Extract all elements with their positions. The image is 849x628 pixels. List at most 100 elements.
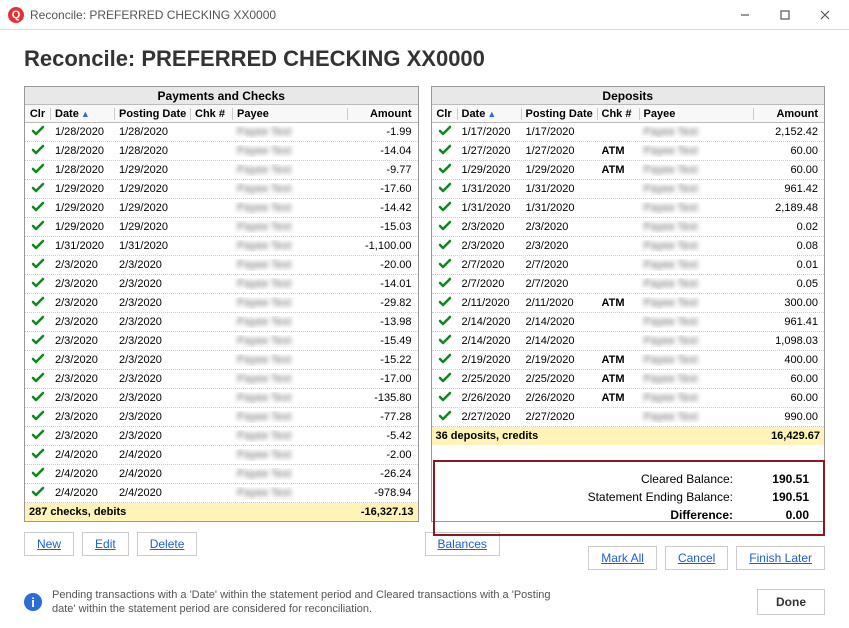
table-row[interactable]: 1/31/20201/31/2020Payee Text-1,100.00 — [25, 237, 418, 256]
table-row[interactable]: 2/25/20202/25/2020ATMPayee Text60.00 — [432, 370, 825, 389]
check-icon — [31, 334, 45, 346]
titlebar: Q Reconcile: PREFERRED CHECKING XX0000 — [0, 0, 849, 30]
table-row[interactable]: 2/3/20202/3/2020Payee Text-77.28 — [25, 408, 418, 427]
difference-value: 0.00 — [749, 506, 809, 524]
cleared-balance-value: 190.51 — [749, 470, 809, 488]
table-row[interactable]: 1/28/20201/29/2020Payee Text-9.77 — [25, 161, 418, 180]
edit-button[interactable]: Edit — [82, 532, 129, 556]
col-amount[interactable]: Amount — [754, 108, 824, 120]
col-date[interactable]: Date▲ — [458, 108, 522, 120]
table-row[interactable]: 1/29/20201/29/2020Payee Text-14.42 — [25, 199, 418, 218]
table-row[interactable]: 1/31/20201/31/2020Payee Text2,189.48 — [432, 199, 825, 218]
payments-panel: Payments and Checks Clr Date▲ Posting Da… — [24, 86, 419, 522]
check-icon — [438, 220, 452, 232]
table-row[interactable]: 2/3/20202/3/2020Payee Text0.08 — [432, 237, 825, 256]
table-row[interactable]: 2/3/20202/3/2020Payee Text-15.49 — [25, 332, 418, 351]
finish-later-button[interactable]: Finish Later — [736, 546, 825, 570]
table-row[interactable]: 1/17/20201/17/2020Payee Text2,152.42 — [432, 123, 825, 142]
table-row[interactable]: 2/7/20202/7/2020Payee Text0.05 — [432, 275, 825, 294]
table-row[interactable]: 2/11/20202/11/2020ATMPayee Text300.00 — [432, 294, 825, 313]
col-payee[interactable]: Payee — [233, 108, 348, 120]
table-row[interactable]: 2/7/20202/7/2020Payee Text0.01 — [432, 256, 825, 275]
col-payee[interactable]: Payee — [640, 108, 755, 120]
deposits-panel: Deposits Clr Date▲ Posting Date Chk # Pa… — [431, 86, 826, 522]
table-row[interactable]: 2/3/20202/3/2020Payee Text-14.01 — [25, 275, 418, 294]
col-chk[interactable]: Chk # — [191, 108, 233, 120]
payments-grid[interactable]: 1/28/20201/28/2020Payee Text-1.991/28/20… — [25, 123, 418, 503]
table-row[interactable]: 2/19/20202/19/2020ATMPayee Text400.00 — [432, 351, 825, 370]
table-row[interactable]: 1/31/20201/31/2020Payee Text961.42 — [432, 180, 825, 199]
delete-button[interactable]: Delete — [137, 532, 198, 556]
done-button[interactable]: Done — [757, 589, 825, 615]
table-row[interactable]: 2/26/20202/26/2020ATMPayee Text60.00 — [432, 389, 825, 408]
payments-footer-label: 287 checks, debits — [29, 506, 126, 518]
maximize-button[interactable] — [765, 1, 805, 29]
deposits-footer: 36 deposits, credits 16,429.67 — [432, 427, 825, 445]
col-posting-date[interactable]: Posting Date — [522, 108, 598, 120]
check-icon — [31, 125, 45, 137]
check-icon — [31, 448, 45, 460]
table-row[interactable]: 2/14/20202/14/2020Payee Text1,098.03 — [432, 332, 825, 351]
check-icon — [438, 144, 452, 156]
check-icon — [438, 239, 452, 251]
col-posting-date[interactable]: Posting Date — [115, 108, 191, 120]
minimize-button[interactable] — [725, 1, 765, 29]
check-icon — [31, 315, 45, 327]
table-row[interactable]: 2/14/20202/14/2020Payee Text961.41 — [432, 313, 825, 332]
deposits-footer-label: 36 deposits, credits — [436, 430, 539, 442]
check-icon — [31, 163, 45, 175]
check-icon — [31, 410, 45, 422]
table-row[interactable]: 1/29/20201/29/2020Payee Text-17.60 — [25, 180, 418, 199]
new-button[interactable]: New — [24, 532, 74, 556]
payments-header: Clr Date▲ Posting Date Chk # Payee Amoun… — [25, 105, 418, 123]
info-footer: i Pending transactions with a 'Date' wit… — [24, 588, 825, 616]
payments-footer: 287 checks, debits -16,327.13 — [25, 503, 418, 521]
table-row[interactable]: 2/3/20202/3/2020Payee Text-17.00 — [25, 370, 418, 389]
table-row[interactable]: 1/27/20201/27/2020ATMPayee Text60.00 — [432, 142, 825, 161]
table-row[interactable]: 2/4/20202/4/2020Payee Text-2.00 — [25, 446, 418, 465]
payments-footer-amount: -16,327.13 — [361, 506, 414, 518]
check-icon — [31, 239, 45, 251]
table-row[interactable]: 2/3/20202/3/2020Payee Text-20.00 — [25, 256, 418, 275]
window-title: Reconcile: PREFERRED CHECKING XX0000 — [30, 8, 725, 22]
table-row[interactable]: 1/29/20201/29/2020ATMPayee Text60.00 — [432, 161, 825, 180]
check-icon — [31, 220, 45, 232]
deposits-title: Deposits — [432, 87, 825, 105]
check-icon — [438, 410, 452, 422]
close-button[interactable] — [805, 1, 845, 29]
check-icon — [438, 125, 452, 137]
col-date[interactable]: Date▲ — [51, 108, 115, 120]
table-row[interactable]: 2/4/20202/4/2020Payee Text-978.94 — [25, 484, 418, 503]
table-row[interactable]: 2/3/20202/3/2020Payee Text-15.22 — [25, 351, 418, 370]
col-amount[interactable]: Amount — [348, 108, 418, 120]
deposits-grid[interactable]: 1/17/20201/17/2020Payee Text2,152.421/27… — [432, 123, 825, 427]
check-icon — [438, 258, 452, 270]
info-text: Pending transactions with a 'Date' withi… — [52, 588, 572, 616]
check-icon — [31, 467, 45, 479]
mark-all-button[interactable]: Mark All — [588, 546, 657, 570]
page-title: Reconcile: PREFERRED CHECKING XX0000 — [0, 30, 849, 86]
table-row[interactable]: 1/28/20201/28/2020Payee Text-14.04 — [25, 142, 418, 161]
check-icon — [31, 277, 45, 289]
info-icon: i — [24, 593, 42, 611]
table-row[interactable]: 1/29/20201/29/2020Payee Text-15.03 — [25, 218, 418, 237]
check-icon — [438, 277, 452, 289]
table-row[interactable]: 2/3/20202/3/2020Payee Text-135.80 — [25, 389, 418, 408]
check-icon — [438, 391, 452, 403]
sort-asc-icon: ▲ — [487, 109, 496, 119]
col-chk[interactable]: Chk # — [598, 108, 640, 120]
table-row[interactable]: 1/28/20201/28/2020Payee Text-1.99 — [25, 123, 418, 142]
table-row[interactable]: 2/4/20202/4/2020Payee Text-26.24 — [25, 465, 418, 484]
check-icon — [31, 353, 45, 365]
table-row[interactable]: 2/27/20202/27/2020Payee Text990.00 — [432, 408, 825, 427]
deposits-header: Clr Date▲ Posting Date Chk # Payee Amoun… — [432, 105, 825, 123]
table-row[interactable]: 2/3/20202/3/2020Payee Text-5.42 — [25, 427, 418, 446]
table-row[interactable]: 2/3/20202/3/2020Payee Text-13.98 — [25, 313, 418, 332]
cancel-button[interactable]: Cancel — [665, 546, 728, 570]
table-row[interactable]: 2/3/20202/3/2020Payee Text0.02 — [432, 218, 825, 237]
col-clr[interactable]: Clr — [432, 108, 458, 120]
table-row[interactable]: 2/3/20202/3/2020Payee Text-29.82 — [25, 294, 418, 313]
check-icon — [31, 296, 45, 308]
check-icon — [31, 486, 45, 498]
col-clr[interactable]: Clr — [25, 108, 51, 120]
